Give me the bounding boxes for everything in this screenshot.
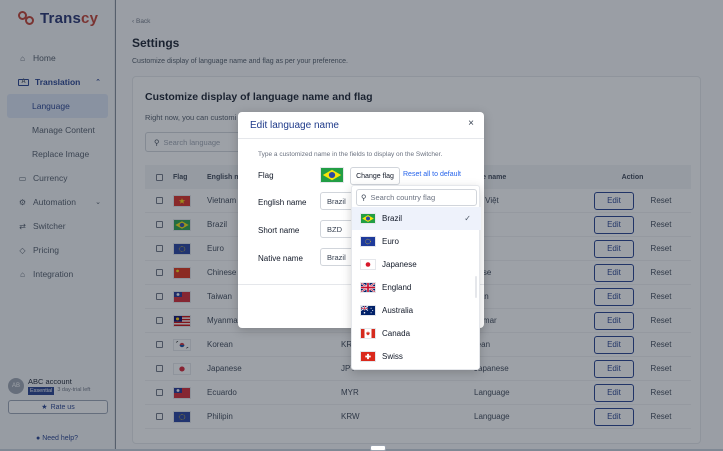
flag-option-label: Euro (382, 237, 399, 246)
dropdown-scrollbar[interactable] (475, 276, 477, 298)
english-name-label: English name (258, 198, 307, 207)
flag-label: Flag (258, 171, 274, 180)
modal-title: Edit language name (250, 120, 339, 131)
flag-option-label: Japanese (382, 260, 417, 269)
flag-dropdown: ⚲ Search country flag Brazil ✓ Euro Japanes… (351, 185, 481, 370)
flag-option-swiss[interactable]: Swiss (352, 345, 481, 368)
modal-hint: Type a customized name in the fields to … (258, 151, 443, 158)
uk-flag-icon (360, 282, 376, 293)
flag-option-japan[interactable]: Japanese (352, 253, 481, 276)
pagination-control[interactable] (370, 445, 386, 451)
current-flag (320, 167, 344, 183)
native-name-label: Native name (258, 254, 303, 263)
australia-flag-icon (360, 305, 376, 316)
canada-flag-icon (360, 328, 376, 339)
short-name-label: Short name (258, 226, 300, 235)
reset-all-link[interactable]: Reset all to default (403, 171, 461, 178)
flag-option-label: Australia (382, 306, 414, 315)
app-window: Transcy ⌂ Home A Translation ⌃ Language … (0, 0, 723, 451)
country-flag-search-input[interactable]: ⚲ Search country flag (356, 189, 477, 206)
brazil-flag-icon (360, 213, 376, 224)
japan-flag-icon (360, 259, 376, 270)
flag-option-uk[interactable]: England (352, 276, 481, 299)
search-icon: ⚲ (361, 193, 367, 202)
eu-flag-icon (360, 236, 376, 247)
flag-option-eu[interactable]: Euro (352, 230, 481, 253)
divider (238, 138, 484, 139)
flag-option-label: Swiss (382, 352, 403, 361)
swiss-flag-icon (360, 351, 376, 362)
search-placeholder: Search country flag (370, 193, 436, 202)
flag-option-label: England (382, 283, 412, 292)
flag-option-brazil[interactable]: Brazil ✓ (352, 207, 481, 230)
flag-option-label: Canada (382, 329, 411, 338)
flag-option-list: Brazil ✓ Euro Japanese England Australia Canad… (352, 207, 481, 368)
flag-option-label: Brazil (382, 214, 403, 223)
close-icon[interactable]: × (468, 118, 474, 129)
flag-option-australia[interactable]: Australia (352, 299, 481, 322)
brazil-flag-icon (320, 167, 344, 183)
change-flag-button[interactable]: Change flag (350, 167, 400, 185)
check-icon: ✓ (464, 214, 471, 223)
flag-option-canada[interactable]: Canada (352, 322, 481, 345)
